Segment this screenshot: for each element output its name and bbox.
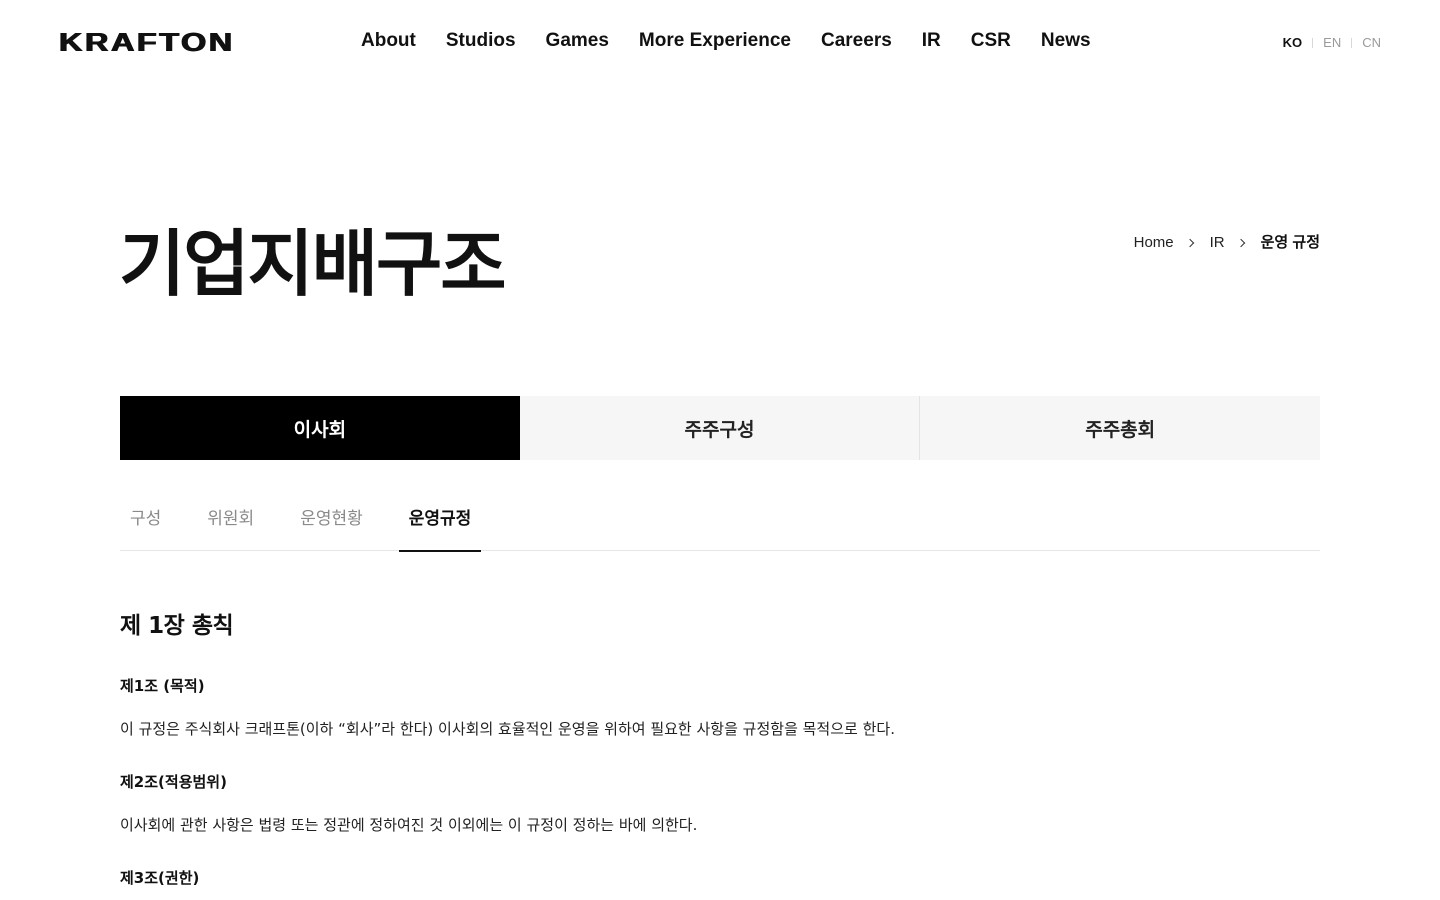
tab-board[interactable]: 이사회 — [120, 396, 520, 460]
krafton-logo[interactable]: KRAFTON — [59, 28, 235, 56]
nav-careers[interactable]: Careers — [821, 29, 892, 53]
nav-ir[interactable]: IR — [922, 29, 941, 53]
nav-about[interactable]: About — [361, 29, 416, 53]
breadcrumb: Home IR 운영 규정 — [1134, 233, 1320, 253]
article-body: 이사회에 관한 사항은 법령 또는 정관에 정하여진 것 이외에는 이 규정이 … — [120, 816, 698, 834]
language-cn[interactable]: CN — [1362, 35, 1381, 51]
nav-studios[interactable]: Studios — [446, 29, 516, 53]
tab-shareholders[interactable]: 주주구성 — [519, 396, 920, 460]
subtab-operations[interactable]: 운영현황 — [290, 490, 373, 551]
nav-more-experience[interactable]: More Experience — [639, 29, 791, 53]
main-navigation: About Studios Games More Experience Care… — [361, 29, 1121, 53]
breadcrumb-ir[interactable]: IR — [1210, 233, 1225, 253]
subtab-regulations[interactable]: 운영규정 — [398, 490, 482, 552]
language-switcher: KO EN CN — [1283, 35, 1381, 51]
nav-news[interactable]: News — [1041, 29, 1091, 53]
sub-tabs: 구성 위원회 운영현황 운영규정 — [120, 490, 1320, 552]
language-en[interactable]: EN — [1323, 35, 1341, 51]
subtab-committees[interactable]: 위원회 — [197, 490, 264, 551]
language-divider — [1351, 38, 1353, 48]
tab-general-meeting[interactable]: 주주총회 — [919, 396, 1321, 460]
language-divider — [1312, 38, 1314, 48]
chevron-right-icon — [1185, 238, 1194, 248]
chapter-heading: 제 1장 총칙 — [120, 613, 234, 639]
article-title: 제1조 (목적) — [120, 677, 205, 695]
article-body: 이 규정은 주식회사 크래프톤(이하 “회사”라 한다) 이사회의 효율적인 운… — [120, 720, 895, 738]
article-title: 제3조(권한) — [120, 869, 200, 887]
breadcrumb-home[interactable]: Home — [1134, 233, 1174, 253]
nav-csr[interactable]: CSR — [971, 29, 1011, 53]
chevron-right-icon — [1236, 238, 1245, 248]
article-title: 제2조(적용범위) — [120, 773, 227, 791]
site-header: KRAFTON About Studios Games More Experie… — [0, 0, 1440, 84]
language-ko[interactable]: KO — [1283, 35, 1303, 51]
main-tabs: 이사회 주주구성 주주총회 — [120, 396, 1321, 460]
page-title: 기업지배구조 — [119, 222, 506, 306]
nav-games[interactable]: Games — [546, 29, 609, 53]
subtab-composition[interactable]: 구성 — [120, 490, 171, 551]
regulations-content: 제 1장 총칙 제1조 (목적) 이 규정은 주식회사 크래프톤(이하 “회사”… — [120, 608, 1320, 887]
breadcrumb-current: 운영 규정 — [1260, 234, 1320, 251]
